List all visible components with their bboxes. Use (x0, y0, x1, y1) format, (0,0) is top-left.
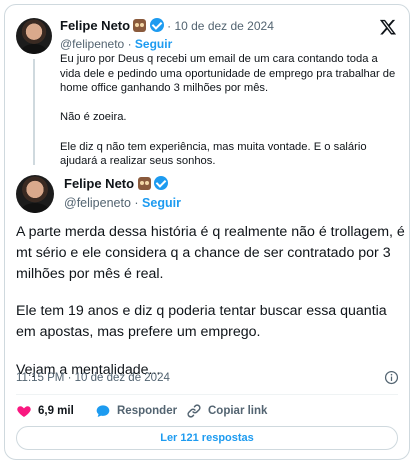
author-handle[interactable]: @felipeneto (60, 37, 124, 51)
speech-bubble-icon (96, 405, 110, 417)
quoted-tweet-header: Felipe Neto · 10 de dez de 2024 @felipen… (16, 14, 399, 54)
link-icon (187, 404, 201, 418)
author-name[interactable]: Felipe Neto (60, 18, 130, 33)
tweet-paragraph: Ele diz q não tem experiência, mas muita… (60, 140, 367, 168)
quoted-tweet-text: Eu juro por Deus q recebi um email de um… (60, 52, 400, 169)
copy-link-label: Copiar link (208, 405, 268, 417)
reply-button[interactable]: Responder (95, 402, 177, 420)
separator: · (167, 19, 172, 33)
main-tweet-text: A parte merda dessa história é q realmen… (16, 222, 406, 381)
tweet-date[interactable]: 10 de dez de 2024 (174, 19, 273, 33)
copy-link-button[interactable]: Copiar link (186, 402, 267, 420)
author-handle[interactable]: @felipeneto (64, 196, 131, 210)
like-button[interactable]: 6,9 mil (16, 402, 74, 420)
x-logo-icon[interactable] (379, 18, 397, 36)
tweet-paragraph: A parte merda dessa história é q realmen… (16, 224, 405, 282)
follow-button[interactable]: Seguir (135, 37, 172, 51)
main-author-line: Felipe Neto (64, 176, 169, 191)
thread-connector (33, 59, 35, 165)
quoted-author-line: Felipe Neto · 10 de dez de 2024 (60, 18, 274, 33)
author-name[interactable]: Felipe Neto (64, 176, 134, 191)
tweet-card: Felipe Neto · 10 de dez de 2024 @felipen… (4, 4, 410, 460)
tweet-paragraph: Eu juro por Deus q recebi um email de um… (60, 53, 396, 95)
divider (16, 394, 398, 395)
avatar[interactable] (16, 18, 52, 54)
verified-badge-icon (149, 18, 164, 32)
main-tweet-header: Felipe Neto @felipeneto · Seguir (16, 173, 399, 217)
verified-badge-icon (154, 176, 169, 190)
follow-button[interactable]: Seguir (142, 196, 181, 210)
reply-label: Responder (117, 405, 178, 417)
info-icon[interactable] (384, 370, 399, 385)
read-replies-button[interactable]: Ler 121 respostas (16, 426, 398, 450)
tweet-paragraph: Ele tem 19 anos e diz q poderia tentar b… (16, 303, 387, 341)
tweet-paragraph: Não é zoeira. (60, 111, 127, 124)
owl-emoji-icon (137, 177, 151, 190)
main-handle-line: @felipeneto · Seguir (64, 196, 181, 210)
quoted-handle-line: @felipeneto · Seguir (60, 37, 172, 51)
heart-icon (17, 406, 31, 417)
separator: · (127, 37, 132, 51)
separator: · (134, 196, 139, 210)
owl-emoji-icon (133, 19, 147, 32)
like-count: 6,9 mil (38, 405, 74, 417)
avatar[interactable] (16, 175, 54, 213)
tweet-timestamp[interactable]: 11:15 PM · 10 de dez de 2024 (16, 372, 170, 384)
